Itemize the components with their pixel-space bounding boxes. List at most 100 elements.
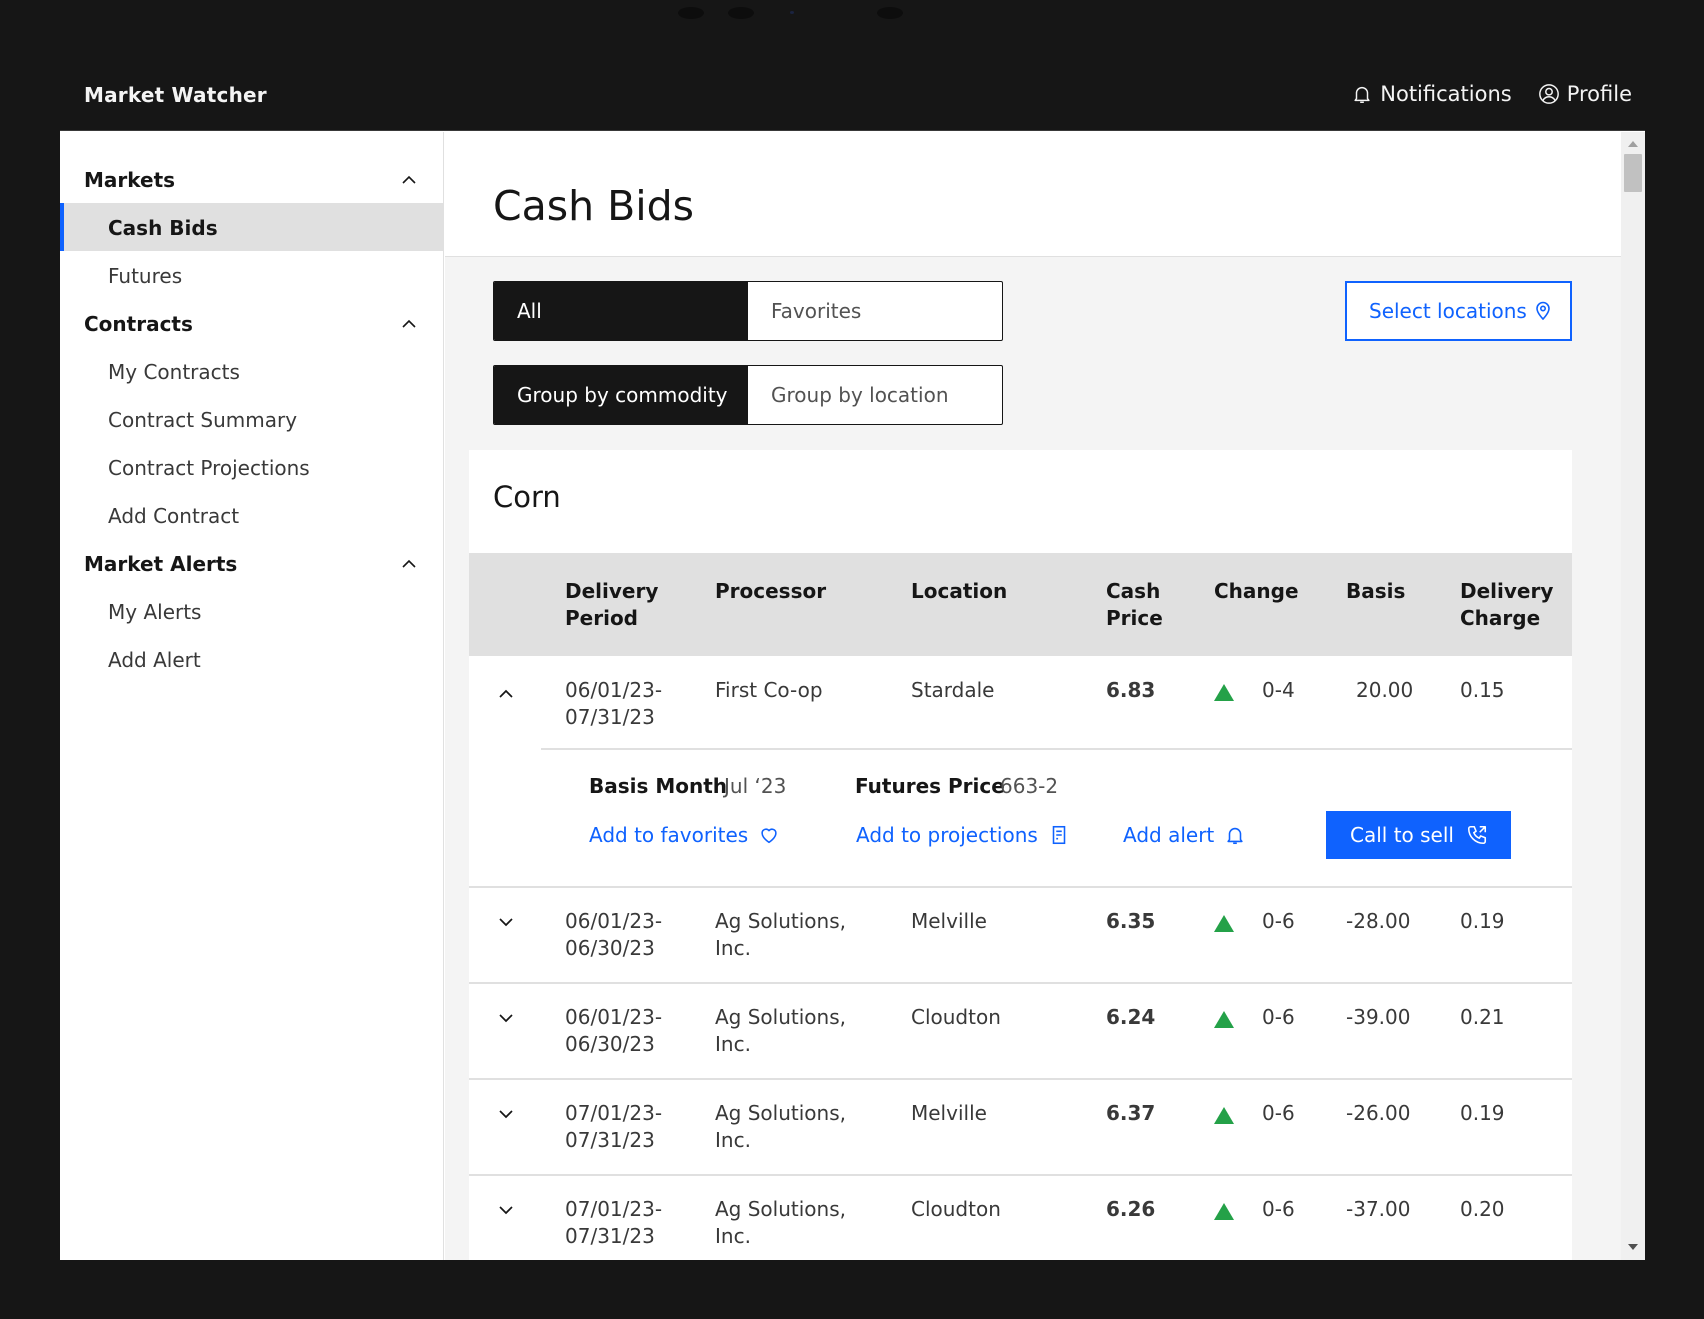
group-by-commodity-button[interactable]: Group by commodity	[494, 366, 748, 424]
add-to-projections-link[interactable]: Add to projections	[856, 823, 1070, 847]
sidebar-item-futures[interactable]: Futures	[60, 251, 444, 299]
header-line: Delivery	[1460, 579, 1554, 603]
cell-processor: Ag Solutions, Inc.	[715, 908, 846, 962]
cell-delivery-charge: 0.19	[1460, 909, 1505, 933]
heart-icon	[761, 828, 777, 844]
table-header: Delivery Period Processor Location Cash …	[469, 553, 1572, 656]
filter-favorites-button[interactable]: Favorites	[748, 282, 1002, 340]
basis-month-value: Jul ‘23	[724, 774, 787, 798]
table-row[interactable]: 06/01/23- 07/31/23 First Co-op Stardale …	[469, 656, 1572, 748]
sidebar-item-label: My Contracts	[108, 360, 240, 384]
chevron-down-icon[interactable]	[497, 1105, 515, 1123]
sidebar-item-add-alert[interactable]: Add Alert	[60, 635, 444, 683]
cell-basis: -39.00	[1346, 1005, 1411, 1029]
profile-label: Profile	[1566, 82, 1632, 106]
column-header-location[interactable]: Location	[911, 578, 1007, 605]
commodity-card-corn: Corn Delivery Period Processor Location …	[469, 450, 1572, 1260]
cell-basis: -26.00	[1346, 1101, 1411, 1125]
header-line: Price	[1106, 606, 1163, 630]
column-header-basis[interactable]: Basis	[1346, 578, 1405, 605]
cell-cash-price: 6.26	[1106, 1197, 1156, 1221]
divider	[469, 1174, 1572, 1176]
main-content: Cash Bids All Favorites Group by commodi…	[445, 132, 1621, 1260]
triangle-up-icon	[1214, 684, 1234, 701]
column-header-change[interactable]: Change	[1214, 578, 1299, 605]
user-avatar-icon	[1538, 84, 1559, 104]
cell-processor: Ag Solutions, Inc.	[715, 1196, 846, 1250]
cell-cash-price: 6.37	[1106, 1101, 1156, 1125]
group-by-location-button[interactable]: Group by location	[748, 366, 1002, 424]
processor-line: Inc.	[715, 1128, 751, 1152]
table-row[interactable]: 07/01/23- 07/31/23 Ag Solutions, Inc. Cl…	[469, 1174, 1572, 1260]
add-to-favorites-link[interactable]: Add to favorites	[589, 823, 780, 847]
header-line: Basis	[1346, 579, 1406, 603]
column-header-delivery-charge[interactable]: Delivery Charge	[1460, 578, 1553, 632]
cell-processor: Ag Solutions, Inc.	[715, 1100, 846, 1154]
column-header-cash-price[interactable]: Cash Price	[1106, 578, 1163, 632]
cell-delivery-charge: 0.19	[1460, 1101, 1505, 1125]
vertical-scrollbar[interactable]	[1621, 132, 1645, 1260]
chevron-down-icon[interactable]	[497, 1201, 515, 1219]
column-header-delivery-period[interactable]: Delivery Period	[565, 578, 658, 632]
scroll-down-arrow-icon[interactable]	[1628, 1244, 1638, 1250]
cell-location: Melville	[911, 909, 987, 933]
processor-line: First Co-op	[715, 678, 823, 702]
select-locations-label: Select locations	[1369, 299, 1527, 323]
cell-delivery-period: 06/01/23- 07/31/23	[565, 677, 662, 731]
sidebar-item-add-contract[interactable]: Add Contract	[60, 491, 444, 539]
cell-change: 0-6	[1262, 1005, 1295, 1029]
sidebar-item-cash-bids[interactable]: Cash Bids	[60, 203, 444, 251]
table-row[interactable]: 06/01/23- 06/30/23 Ag Solutions, Inc. Me…	[469, 886, 1572, 982]
cell-delivery-charge: 0.20	[1460, 1197, 1505, 1221]
nav-section-markets[interactable]: Markets	[60, 155, 444, 203]
processor-line: Ag Solutions,	[715, 1197, 846, 1221]
app-name[interactable]: Market Watcher	[84, 83, 267, 107]
period-line: 07/31/23	[565, 1128, 655, 1152]
cell-delivery-period: 06/01/23- 06/30/23	[565, 1004, 662, 1058]
table-row[interactable]: 07/01/23- 07/31/23 Ag Solutions, Inc. Me…	[469, 1078, 1572, 1174]
call-to-sell-button[interactable]: Call to sell	[1326, 811, 1511, 859]
notifications-button[interactable]: Notifications	[1351, 82, 1512, 106]
cell-cash-price: 6.83	[1106, 678, 1156, 702]
header-line: Change	[1214, 579, 1299, 603]
futures-price-label: Futures Price	[855, 774, 1005, 798]
period-line: 06/30/23	[565, 1032, 655, 1056]
profile-button[interactable]: Profile	[1538, 82, 1632, 106]
sidebar-item-contract-projections[interactable]: Contract Projections	[60, 443, 444, 491]
sidebar-item-my-alerts[interactable]: My Alerts	[60, 587, 444, 635]
nav-section-market-alerts[interactable]: Market Alerts	[60, 539, 444, 587]
select-locations-button[interactable]: Select locations	[1345, 281, 1572, 341]
table-row[interactable]: 06/01/23- 06/30/23 Ag Solutions, Inc. Cl…	[469, 982, 1572, 1078]
sidebar-item-my-contracts[interactable]: My Contracts	[60, 347, 444, 395]
scrollbar-thumb[interactable]	[1624, 154, 1642, 192]
nav-section-label: Market Alerts	[84, 552, 238, 576]
cell-change: 0-4	[1262, 678, 1295, 702]
bell-icon	[1227, 827, 1243, 845]
phone-icon	[1467, 825, 1486, 845]
notifications-label: Notifications	[1380, 82, 1512, 106]
triangle-up-icon	[1214, 915, 1234, 932]
chevron-down-icon[interactable]	[497, 913, 515, 931]
filter-all-button[interactable]: All	[494, 282, 748, 340]
scroll-up-arrow-icon[interactable]	[1628, 141, 1638, 147]
sidebar-item-label: Cash Bids	[108, 216, 218, 240]
header-line: Cash	[1106, 579, 1161, 603]
call-to-sell-label: Call to sell	[1350, 823, 1454, 847]
chevron-up-icon	[402, 559, 416, 568]
cell-location: Melville	[911, 1101, 987, 1125]
chevron-up-icon	[402, 319, 416, 328]
sidebar-item-contract-summary[interactable]: Contract Summary	[60, 395, 444, 443]
cell-basis: -37.00	[1346, 1197, 1411, 1221]
add-alert-link[interactable]: Add alert	[1123, 823, 1246, 847]
top-actions: Notifications Profile	[1351, 82, 1632, 106]
nav-section-contracts[interactable]: Contracts	[60, 299, 444, 347]
filter-toggle: All Favorites	[493, 281, 1003, 341]
chevron-up-icon[interactable]	[497, 685, 515, 703]
sidebar-item-label: Contract Projections	[108, 456, 310, 480]
document-icon	[1052, 825, 1066, 845]
cell-cash-price: 6.24	[1106, 1005, 1156, 1029]
chevron-down-icon[interactable]	[497, 1009, 515, 1027]
divider	[469, 982, 1572, 984]
triangle-up-icon	[1214, 1011, 1234, 1028]
column-header-processor[interactable]: Processor	[715, 578, 826, 605]
